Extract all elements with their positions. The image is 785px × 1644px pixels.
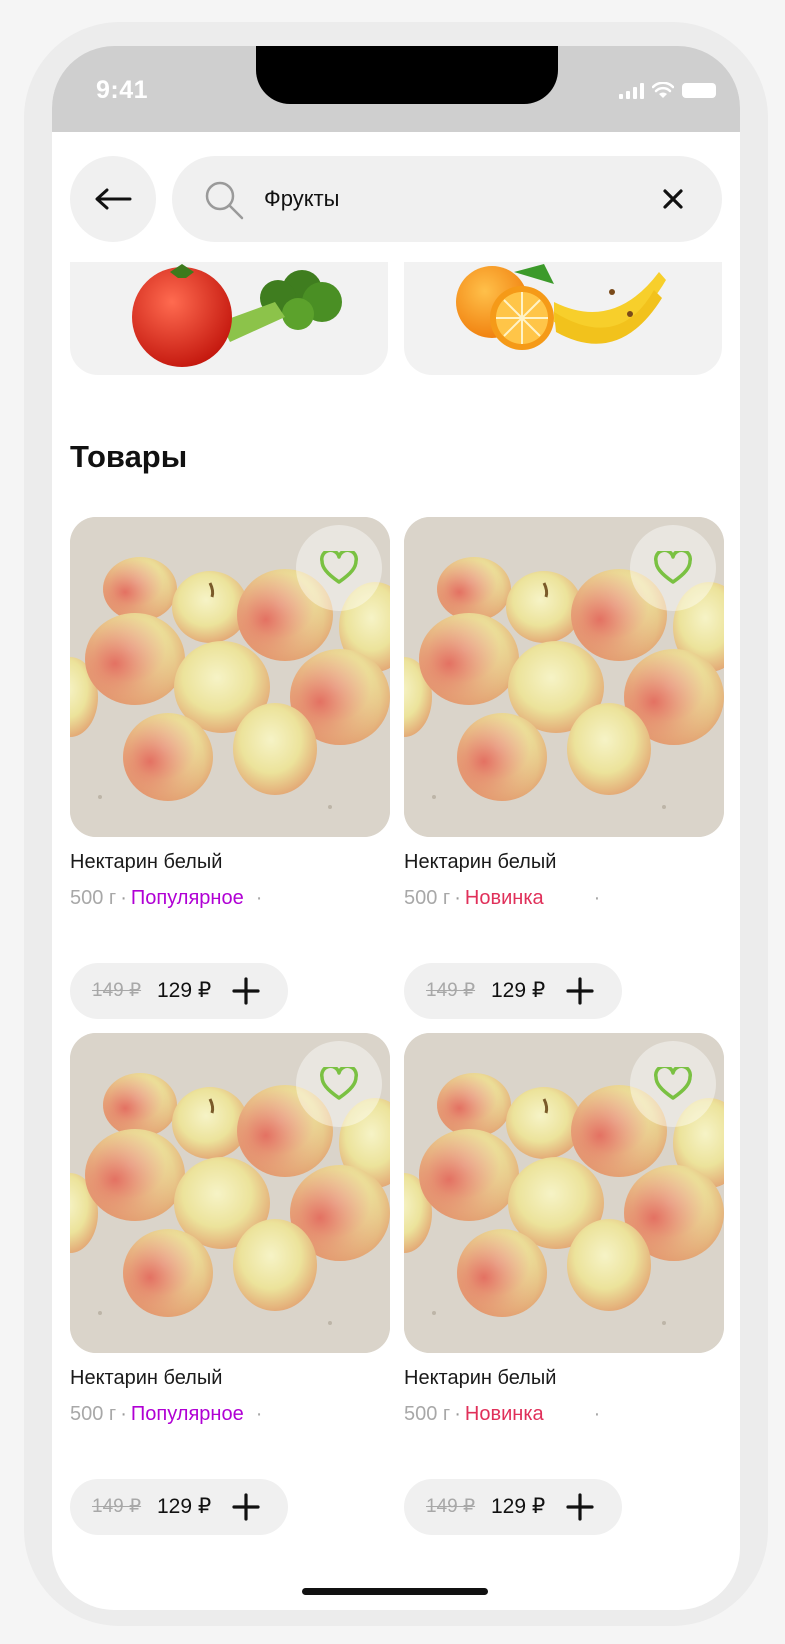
status-time: 9:41	[96, 76, 149, 104]
cellular-signal-icon	[619, 82, 644, 99]
old-price: 149 ₽	[426, 980, 476, 1001]
product-name: Нектарин белый	[404, 1367, 557, 1389]
product-card[interactable]: Нектарин белый 500 г · Новинка · 149 ₽ 129 …	[404, 1033, 724, 1549]
search-box[interactable]	[172, 156, 722, 242]
meta-separator: ·	[255, 887, 263, 909]
meta-separator: ·	[120, 1403, 127, 1425]
fruits-image	[456, 264, 666, 350]
search-bar-row	[70, 156, 722, 242]
price-pill[interactable]: 149 ₽ 129 ₽	[404, 963, 622, 1019]
product-card[interactable]: Нектарин белый 500 г · Популярное · 149 ₽ 1…	[70, 1033, 390, 1549]
search-icon	[205, 181, 244, 220]
plus-icon	[566, 1493, 594, 1521]
notch	[256, 46, 558, 104]
old-price: 149 ₽	[92, 1496, 142, 1517]
vegetables-image	[132, 264, 342, 367]
add-to-cart-button[interactable]	[230, 975, 262, 1007]
product-card[interactable]: Нектарин белый 500 г · Популярное · 149 ₽ 1…	[70, 517, 390, 1033]
product-name: Нектарин белый	[70, 1367, 223, 1389]
meta-separator: ·	[454, 1403, 461, 1425]
product-tag: Новинка	[464, 887, 544, 909]
wifi-icon	[652, 82, 674, 98]
old-price: 149 ₽	[426, 1496, 476, 1517]
add-to-cart-button[interactable]	[230, 1491, 262, 1523]
price-pill[interactable]: 149 ₽ 129 ₽	[70, 963, 288, 1019]
current-price: 129 ₽	[157, 1495, 212, 1518]
product-weight: 500 г	[70, 1403, 117, 1425]
heart-icon	[320, 1067, 358, 1100]
favorite-button[interactable]	[630, 525, 716, 611]
favorite-button[interactable]	[296, 525, 382, 611]
close-icon	[663, 189, 683, 209]
old-price: 149 ₽	[92, 980, 142, 1001]
product-tag: Популярное	[130, 1403, 244, 1425]
plus-icon	[566, 977, 594, 1005]
current-price: 129 ₽	[491, 979, 546, 1002]
section-title-products: Товары	[70, 439, 188, 474]
home-indicator[interactable]	[302, 1588, 488, 1595]
product-weight: 500 г	[404, 1403, 451, 1425]
product-meta: 500 г · Популярное ·	[70, 887, 262, 910]
favorite-button[interactable]	[296, 1041, 382, 1127]
product-name: Нектарин белый	[404, 851, 557, 873]
status-bar: 9:41	[52, 46, 740, 132]
product-name: Нектарин белый	[70, 851, 223, 873]
product-card[interactable]: Нектарин белый 500 г · Новинка · 149 ₽ 129 …	[404, 517, 724, 1033]
product-image[interactable]	[70, 1033, 390, 1353]
product-meta: 500 г · Новинка ·	[404, 1403, 600, 1426]
status-icons	[619, 82, 716, 99]
battery-icon	[682, 83, 716, 98]
product-image[interactable]	[404, 1033, 724, 1353]
heart-icon	[654, 551, 692, 584]
price-pill[interactable]: 149 ₽ 129 ₽	[404, 1479, 622, 1535]
meta-separator: ·	[255, 1403, 263, 1425]
product-image[interactable]	[404, 517, 724, 837]
clear-search-button[interactable]	[654, 180, 692, 218]
meta-separator: ·	[593, 887, 601, 909]
product-image[interactable]	[70, 517, 390, 837]
product-weight: 500 г	[404, 887, 451, 909]
product-weight: 500 г	[70, 887, 117, 909]
category-card-fruits[interactable]	[404, 262, 722, 375]
meta-separator: ·	[120, 887, 127, 909]
heart-icon	[320, 551, 358, 584]
product-meta: 500 г · Новинка ·	[404, 887, 600, 910]
heart-icon	[654, 1067, 692, 1100]
add-to-cart-button[interactable]	[564, 975, 596, 1007]
product-meta: 500 г · Популярное ·	[70, 1403, 262, 1426]
category-card-vegetables[interactable]	[70, 262, 388, 375]
back-button[interactable]	[70, 156, 156, 242]
meta-separator: ·	[454, 887, 461, 909]
product-tag: Новинка	[464, 1403, 544, 1425]
arrow-left-icon	[95, 188, 132, 210]
add-to-cart-button[interactable]	[564, 1491, 596, 1523]
price-pill[interactable]: 149 ₽ 129 ₽	[70, 1479, 288, 1535]
current-price: 129 ₽	[491, 1495, 546, 1518]
product-tag: Популярное	[130, 887, 244, 909]
search-input[interactable]	[264, 182, 634, 216]
app-screen: 9:41 Фрукты Товары Нектарин белый 500 г …	[52, 46, 740, 1610]
current-price: 129 ₽	[157, 979, 212, 1002]
favorite-button[interactable]	[630, 1041, 716, 1127]
meta-separator: ·	[593, 1403, 601, 1425]
plus-icon	[232, 977, 260, 1005]
plus-icon	[232, 1493, 260, 1521]
